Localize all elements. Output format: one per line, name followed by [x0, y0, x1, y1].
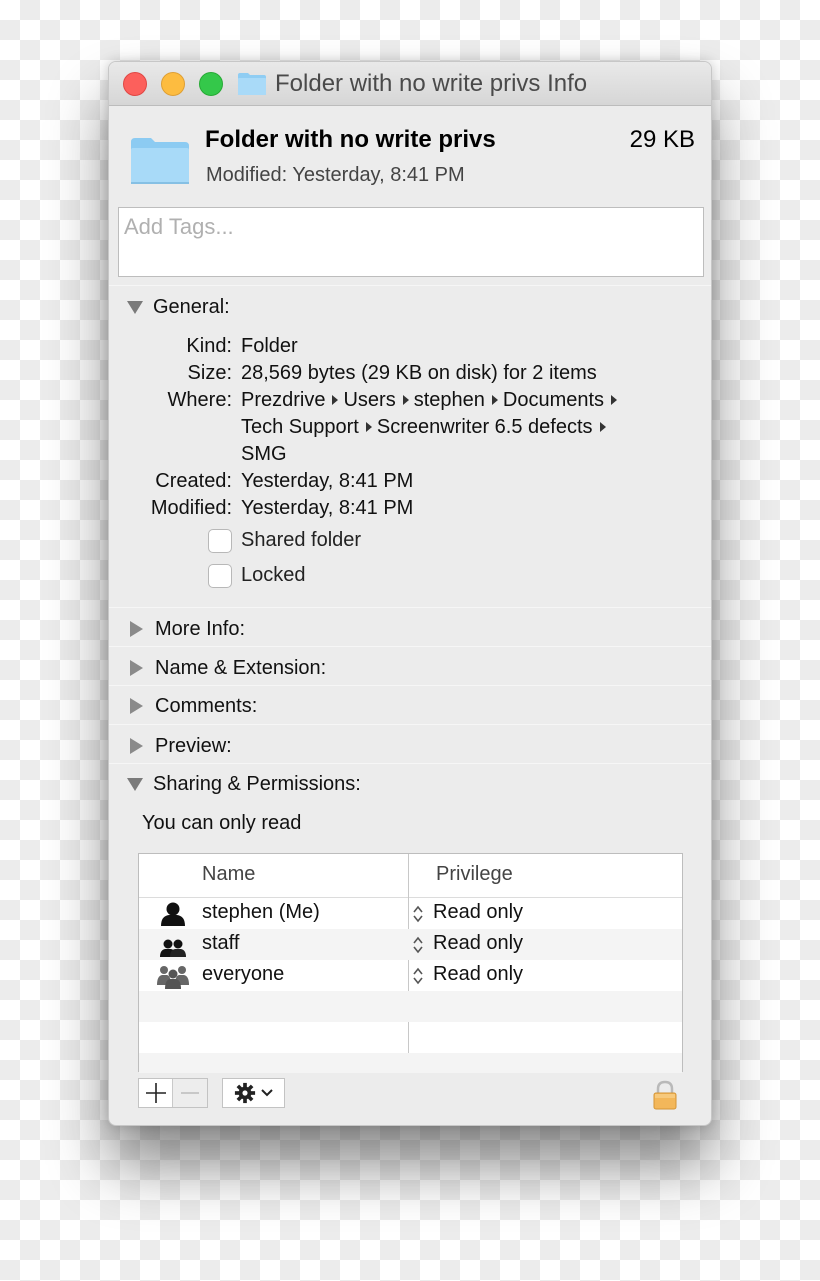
- user-icon: [161, 902, 185, 926]
- empty-row: [139, 1053, 682, 1073]
- table-header: Name Privilege: [139, 854, 682, 898]
- permission-note: You can only read: [142, 812, 302, 834]
- section-title: General:: [153, 295, 230, 318]
- section-title: Preview:: [155, 734, 232, 757]
- section-title: Comments:: [155, 694, 258, 717]
- empty-row: [139, 991, 682, 1022]
- path-separator-icon: [491, 394, 498, 405]
- locked-checkbox[interactable]: [208, 564, 232, 588]
- action-menu-button[interactable]: [222, 1078, 285, 1108]
- section-title: Sharing & Permissions:: [153, 772, 361, 795]
- path-component: SMG: [241, 443, 287, 465]
- info-label: Size:: [187, 362, 232, 384]
- path-line: Prezdrive Users stephen Documents: [241, 389, 622, 412]
- table-row[interactable]: stephen (Me) Read only: [139, 898, 682, 929]
- lock-icon[interactable]: [652, 1080, 678, 1110]
- section-comments[interactable]: Comments:: [109, 687, 711, 725]
- file-header: Folder with no write privs 29 KB Modifie…: [109, 106, 711, 206]
- group-name: everyone: [202, 963, 285, 985]
- remove-user-button[interactable]: [173, 1079, 207, 1107]
- path-component: Documents: [502, 389, 605, 411]
- section-more-info[interactable]: More Info:: [109, 610, 711, 648]
- permissions-table: Name Privilege stephen (Me) Read only st…: [138, 853, 683, 1073]
- folder-icon: [131, 138, 189, 184]
- column-header-privilege[interactable]: Privilege: [436, 863, 513, 886]
- disclosure-triangle-expanded-icon[interactable]: [127, 777, 143, 791]
- divider: [109, 646, 711, 647]
- section-title: More Info:: [155, 617, 246, 640]
- info-label: Where:: [167, 389, 232, 411]
- info-label: Created:: [155, 470, 232, 492]
- column-header-name[interactable]: Name: [202, 863, 255, 886]
- privilege-select[interactable]: Read only: [433, 963, 523, 986]
- section-name-extension[interactable]: Name & Extension:: [109, 649, 711, 687]
- divider: [109, 285, 711, 286]
- section-preview[interactable]: Preview:: [109, 727, 711, 765]
- disclosure-triangle-expanded-icon[interactable]: [127, 300, 143, 314]
- disclosure-triangle-collapsed-icon[interactable]: [130, 621, 143, 637]
- disclosure-triangle-collapsed-icon[interactable]: [130, 738, 143, 754]
- everyone-icon: [157, 966, 189, 989]
- minimize-button[interactable]: [161, 71, 185, 96]
- divider: [109, 685, 711, 686]
- path-component: Users: [343, 389, 396, 411]
- info-value: Yesterday, 8:41 PM: [241, 497, 414, 519]
- path-separator-icon: [402, 394, 409, 405]
- title-bar[interactable]: Folder with no write privs Info: [109, 62, 711, 106]
- table-row[interactable]: everyone Read only: [139, 960, 682, 991]
- privilege-select[interactable]: Read only: [433, 932, 523, 955]
- divider: [109, 724, 711, 725]
- disclosure-triangle-collapsed-icon[interactable]: [130, 660, 143, 676]
- gear-icon: [234, 1082, 255, 1104]
- file-size: 29 KB: [629, 126, 695, 153]
- window-title: Folder with no write privs Info: [275, 69, 588, 97]
- minus-icon: [181, 1092, 199, 1094]
- close-button[interactable]: [123, 71, 147, 96]
- section-sharing-permissions[interactable]: Sharing & Permissions:: [109, 765, 711, 803]
- modified-date: Modified: Yesterday, 8:41 PM: [206, 164, 465, 186]
- popup-chevrons-icon[interactable]: [411, 965, 425, 987]
- disclosure-triangle-collapsed-icon[interactable]: [130, 698, 143, 714]
- path-component: Prezdrive: [241, 389, 326, 411]
- path-component: Screenwriter 6.5 defects: [376, 416, 593, 438]
- plus-icon: [145, 1083, 166, 1103]
- info-value: 28,569 bytes (29 KB on disk) for 2 items: [241, 362, 597, 384]
- path-separator-icon: [365, 421, 372, 432]
- path-separator-icon: [332, 394, 339, 405]
- add-user-button[interactable]: [139, 1079, 173, 1107]
- info-value: Yesterday, 8:41 PM: [241, 470, 414, 492]
- group-icon: [160, 939, 186, 957]
- group-name: staff: [202, 932, 240, 954]
- path-separator-icon: [611, 394, 618, 405]
- checkbox-label: Locked: [241, 564, 306, 586]
- zoom-button[interactable]: [199, 71, 223, 96]
- path-component: stephen: [413, 389, 485, 411]
- path-line: Tech Support Screenwriter 6.5 defects: [241, 416, 611, 439]
- shared-folder-checkbox[interactable]: [208, 529, 232, 553]
- popup-chevrons-icon[interactable]: [411, 903, 425, 925]
- tags-input[interactable]: Add Tags...: [118, 207, 704, 277]
- table-row[interactable]: staff Read only: [139, 929, 682, 960]
- file-name: Folder with no write privs: [205, 126, 496, 153]
- info-label: Kind:: [186, 335, 232, 357]
- popup-chevrons-icon[interactable]: [411, 934, 425, 956]
- chevron-down-icon: [260, 1089, 273, 1097]
- info-label: Modified:: [150, 497, 232, 519]
- user-name: stephen (Me): [202, 901, 320, 923]
- privilege-select[interactable]: Read only: [433, 901, 523, 924]
- get-info-window: Folder with no write privs Info Folder w…: [108, 61, 712, 1126]
- folder-icon: [238, 72, 266, 95]
- divider: [109, 607, 711, 608]
- path-component: Tech Support: [241, 416, 359, 438]
- info-value: Folder: [241, 335, 298, 357]
- checkbox-label: Shared folder: [241, 529, 362, 551]
- divider: [109, 763, 711, 764]
- add-remove-buttons: [138, 1078, 208, 1108]
- path-separator-icon: [599, 421, 606, 432]
- section-general[interactable]: General:: [109, 288, 711, 326]
- empty-row: [139, 1022, 682, 1053]
- section-title: Name & Extension:: [155, 656, 327, 679]
